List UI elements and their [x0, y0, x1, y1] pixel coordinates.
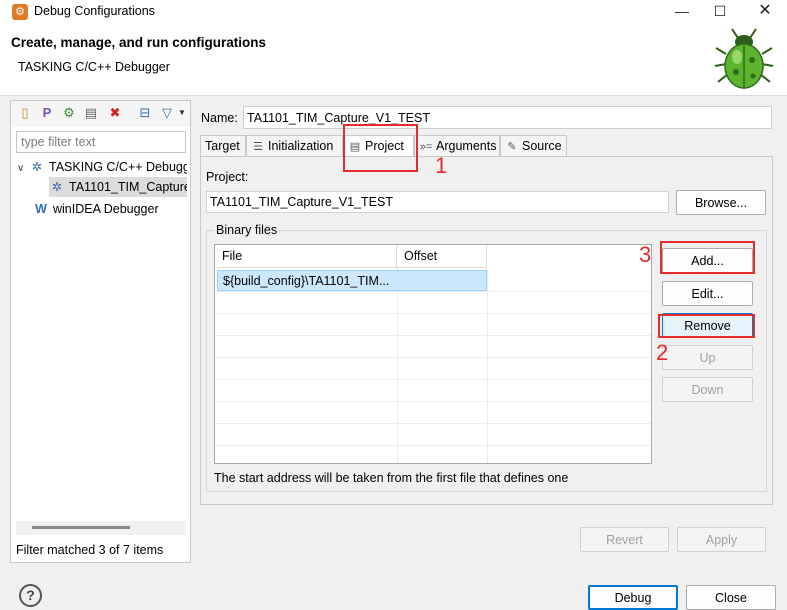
row-divider	[215, 401, 651, 402]
name-label: Name:	[201, 111, 238, 125]
row-divider	[215, 291, 651, 292]
annotation-box-project-tab	[343, 124, 418, 172]
column-header-offset[interactable]: Offset	[397, 245, 487, 268]
banner-title: Create, manage, and run configurations	[11, 35, 267, 50]
minimize-button[interactable]: —	[662, 0, 702, 24]
start-address-note: The start address will be taken from the…	[214, 471, 569, 485]
arguments-icon: »=	[419, 141, 433, 153]
project-field[interactable]	[206, 191, 669, 213]
edit-button[interactable]: Edit...	[662, 281, 753, 306]
row-divider	[215, 357, 651, 358]
tab-target[interactable]: Target	[200, 135, 246, 157]
column-divider	[397, 268, 398, 463]
tab-label: Target	[205, 139, 240, 153]
apply-button[interactable]: Apply	[677, 527, 766, 552]
row-divider	[215, 313, 651, 314]
tab-bar: Target ☰ Initialization ▤ Project »= Argume…	[200, 135, 773, 158]
annotation-number-1: 1	[435, 153, 448, 178]
list-icon: ☰	[253, 141, 263, 153]
help-icon[interactable]: ?	[19, 584, 42, 607]
bug-icon	[714, 28, 774, 89]
banner-subtitle: TASKING C/C++ Debugger	[18, 60, 170, 74]
header-banner: Create, manage, and run configurations T…	[0, 24, 787, 96]
row-divider	[215, 335, 651, 336]
row-divider	[215, 445, 651, 446]
tree-item-tasking-debugger[interactable]: ∨ ✲ TASKING C/C++ Debugger	[17, 157, 187, 177]
configuration-list-panel: ▯ P ⚙ ▤ ✖ ⊟ ▽ ▼ ∨✲TASKING C/C++ Debugger…	[10, 100, 191, 563]
tree-item-ta1101-config[interactable]: ✲ TA1101_TIM_Capture_V1_TEST	[49, 177, 187, 197]
tree-item-label: winIDEA Debugger	[53, 202, 159, 216]
view-menu-icon[interactable]: ▼	[177, 105, 187, 121]
binary-files-label: Binary files	[214, 223, 280, 237]
gear-bug-icon: ✲	[31, 160, 43, 174]
down-button[interactable]: Down	[662, 377, 753, 402]
tree-item-winidea-debugger[interactable]: WwinIDEA Debugger	[33, 199, 187, 219]
tree-item-label: TASKING C/C++ Debugger	[49, 160, 187, 174]
scrollbar-thumb[interactable]	[32, 526, 130, 529]
new-prototype-icon[interactable]: P	[39, 105, 55, 121]
annotation-number-2: 2	[656, 340, 669, 365]
annotation-number-3: 3	[639, 242, 652, 267]
row-divider	[215, 379, 651, 380]
delete-icon[interactable]: ✖	[107, 105, 123, 121]
filter-icon[interactable]: ▽	[159, 105, 175, 121]
close-window-button[interactable]: ✕	[745, 0, 785, 24]
tab-source[interactable]: ✎ Source	[500, 135, 567, 157]
duplicate-icon[interactable]: ⚙	[61, 105, 77, 121]
column-header-file[interactable]: File	[215, 245, 397, 268]
column-divider	[487, 268, 488, 463]
tree-item-label: TA1101_TIM_Capture_V1_TEST	[69, 180, 187, 194]
export-icon[interactable]: ▤	[83, 105, 99, 121]
chevron-down-icon[interactable]: ∨	[17, 159, 29, 177]
tab-initialization[interactable]: ☰ Initialization	[246, 135, 343, 157]
new-config-icon[interactable]: ▯	[17, 105, 33, 121]
tab-label: Initialization	[268, 139, 334, 153]
close-button[interactable]: Close	[686, 585, 776, 610]
filter-input[interactable]	[16, 131, 186, 153]
horizontal-scrollbar[interactable]	[16, 521, 186, 535]
tab-label: Arguments	[436, 139, 497, 153]
app-icon: ⚙	[12, 4, 28, 20]
filter-status: Filter matched 3 of 7 items	[16, 543, 164, 557]
source-icon: ✎	[507, 141, 517, 153]
up-button[interactable]: Up	[662, 345, 753, 370]
maximize-button[interactable]: ☐	[700, 0, 740, 24]
collapse-all-icon[interactable]: ⊟	[137, 105, 153, 121]
browse-button[interactable]: Browse...	[676, 190, 766, 215]
tab-arguments[interactable]: »= Arguments	[414, 135, 500, 157]
revert-button[interactable]: Revert	[580, 527, 669, 552]
annotation-box-add	[660, 241, 755, 274]
binary-files-table[interactable]: File Offset ${build_config}\TA1101_TIM..…	[214, 244, 652, 464]
table-row[interactable]: ${build_config}\TA1101_TIM...	[217, 270, 487, 291]
left-toolbar: ▯ P ⚙ ▤ ✖ ⊟ ▽ ▼	[11, 101, 190, 127]
name-field[interactable]	[243, 106, 772, 129]
row-divider	[215, 423, 651, 424]
window-title: Debug Configurations	[34, 4, 155, 18]
annotation-box-remove	[658, 314, 755, 338]
tab-label: Source	[522, 139, 562, 153]
project-label: Project:	[206, 170, 249, 184]
winidea-icon: W	[35, 202, 47, 216]
file-cell: ${build_config}\TA1101_TIM...	[223, 274, 390, 288]
debug-button[interactable]: Debug	[588, 585, 678, 610]
gear-bug-icon: ✲	[51, 180, 63, 194]
title-bar: ⚙ Debug Configurations — ☐ ✕	[0, 0, 787, 24]
